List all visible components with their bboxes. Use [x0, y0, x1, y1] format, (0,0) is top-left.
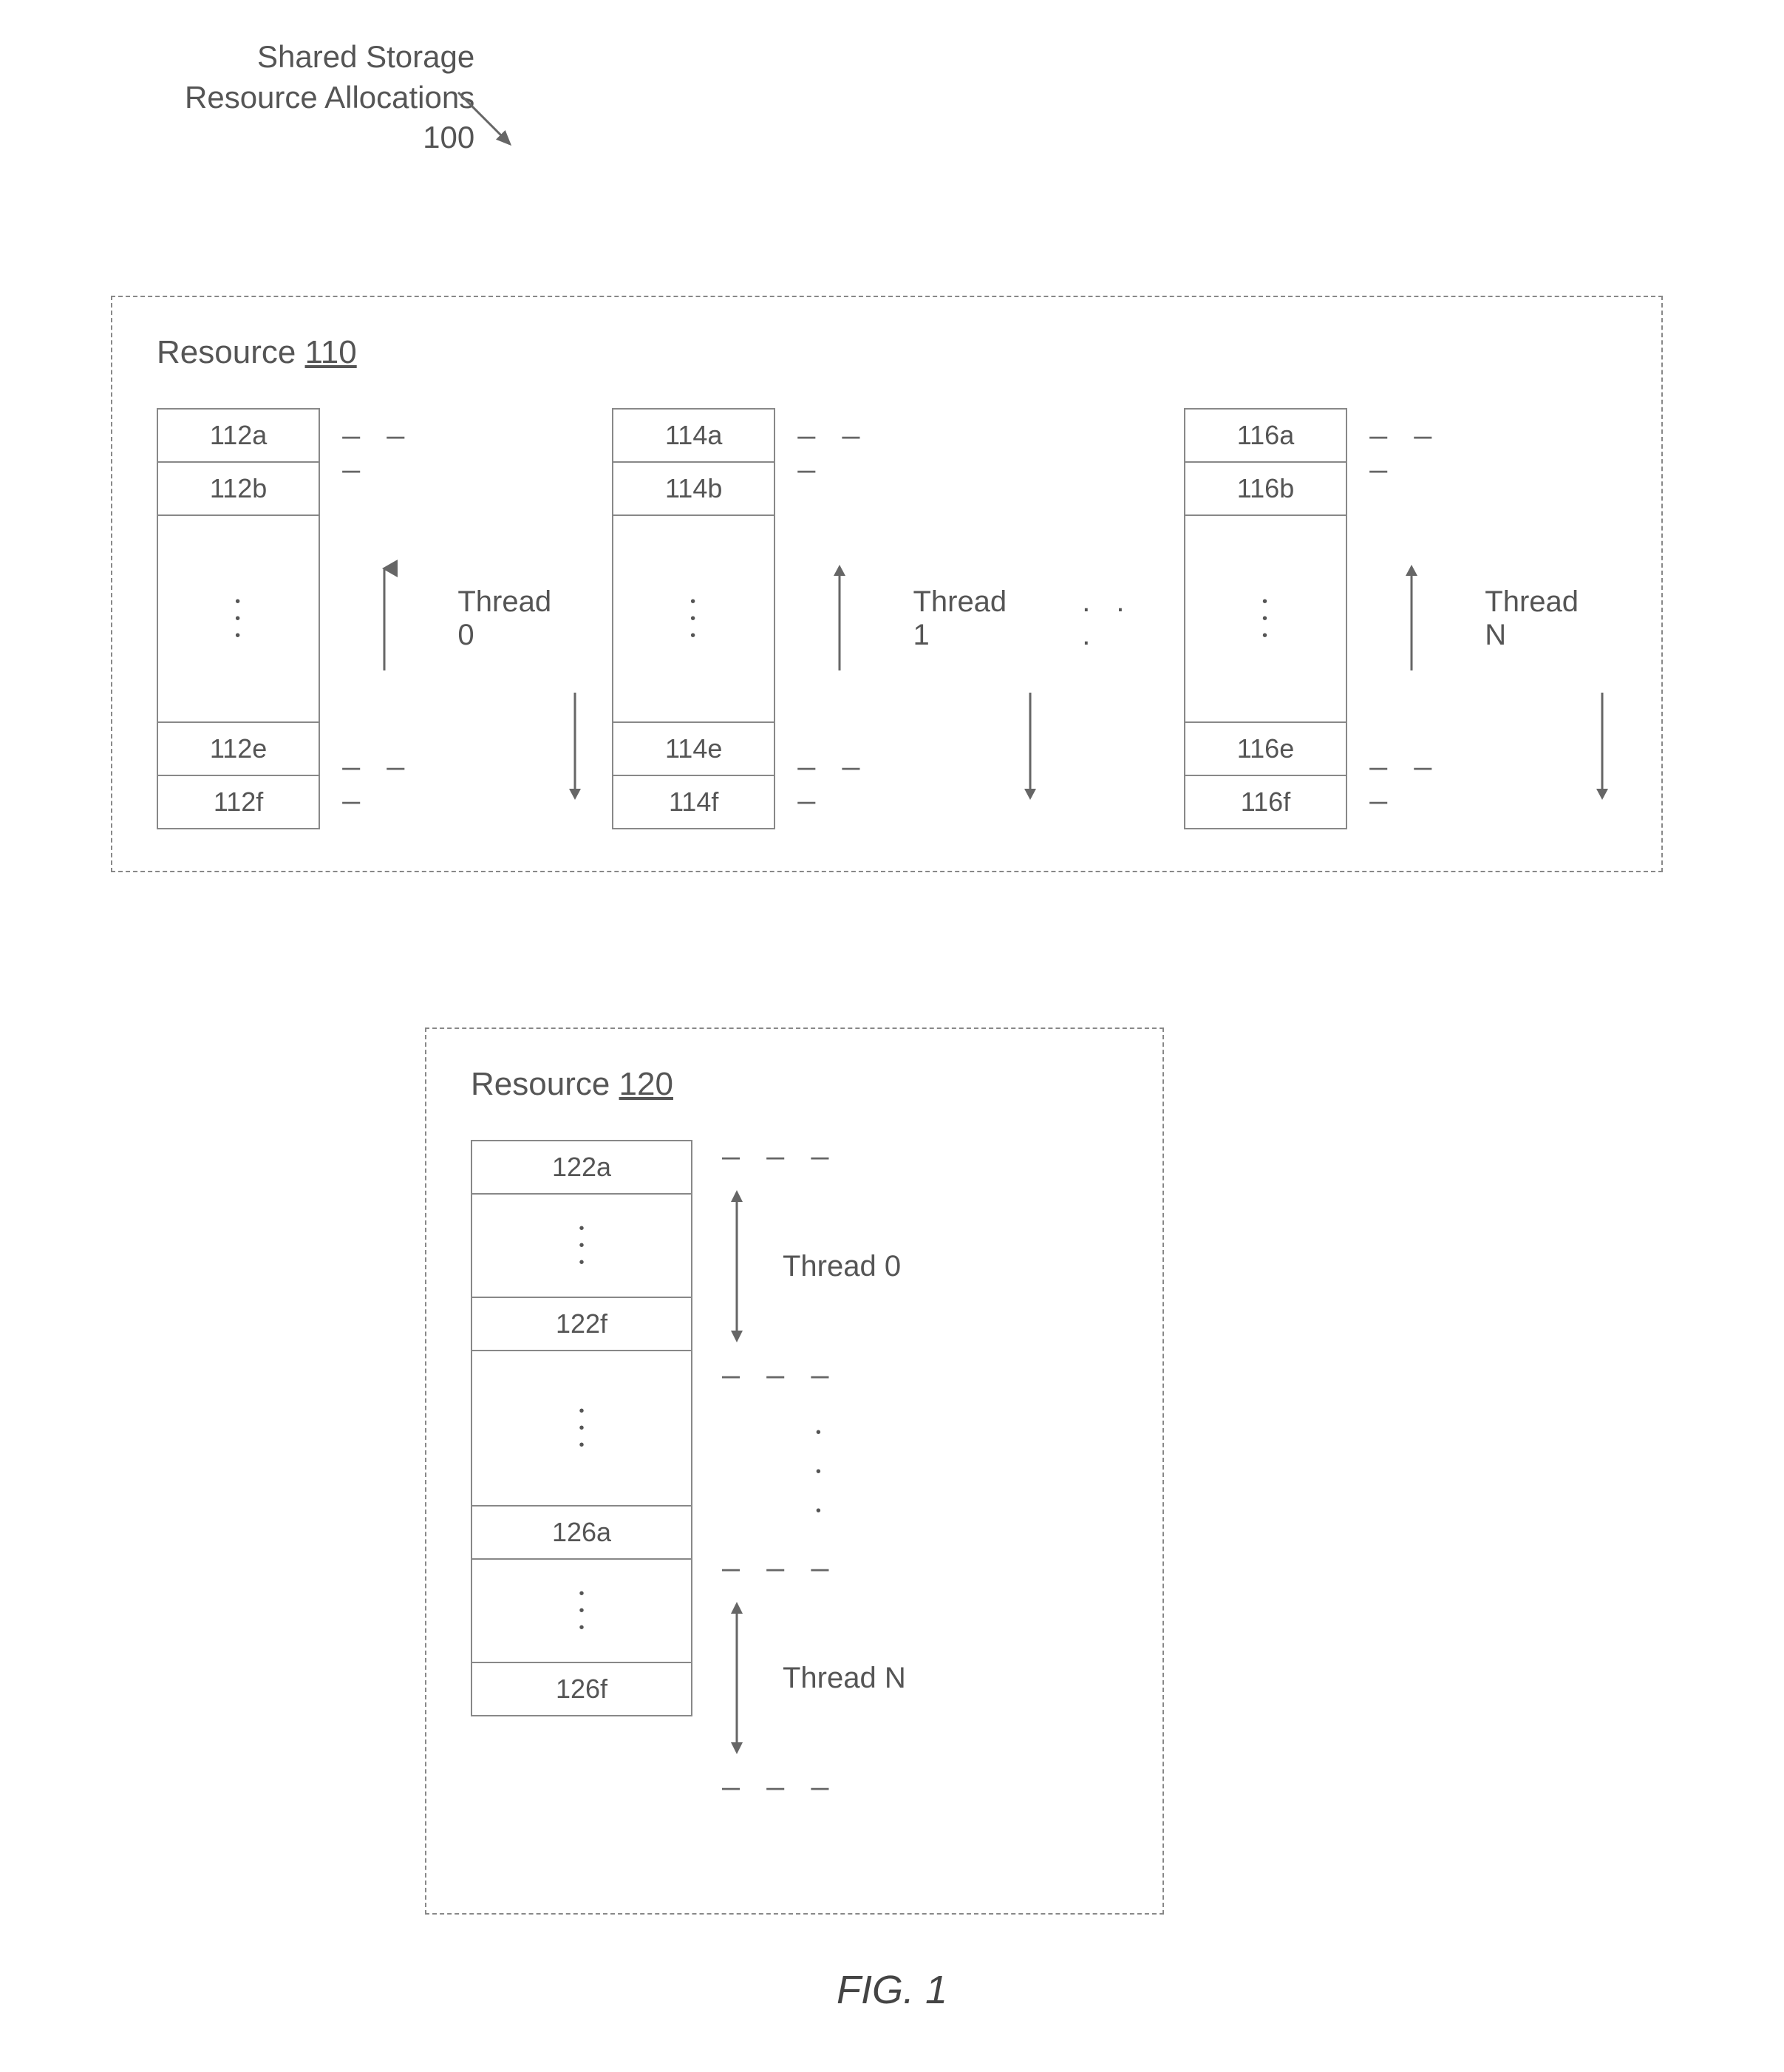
dash-line: — — — — [722, 1359, 915, 1393]
dash-line: — — — — [722, 1770, 915, 1804]
slot-ellipsis: ••• — [158, 516, 319, 723]
title-arrow-icon — [451, 85, 532, 166]
thread-label-col-0: Thread 0 — [449, 419, 560, 818]
slot: 126a — [472, 1507, 691, 1560]
arrow-down-group-1 — [1015, 419, 1045, 818]
dash-line: — — — — [1369, 750, 1454, 818]
thread-n-label: Thread N — [774, 1662, 915, 1695]
thread-0-label: Thread 0 — [774, 1250, 910, 1283]
double-arrow-icon — [370, 560, 399, 678]
slot: 114e — [613, 723, 774, 776]
resource-120-content: 122a ••• 122f ••• 126a ••• 126f — — — Th… — [471, 1140, 1118, 1804]
slot-col-n: 116a 116b ••• 116e 116f — [1184, 408, 1347, 829]
slot-col-120: 122a ••• 122f ••• 126a ••• 126f — [471, 1140, 692, 1716]
slot-ellipsis: ••• — [613, 516, 774, 723]
mid-dots: ••• — [722, 1393, 915, 1552]
arrow-group-n: — — — — — — — [1369, 419, 1454, 818]
down-arrow-icon — [1015, 685, 1045, 804]
figure-label: FIG. 1 — [0, 1967, 1784, 2013]
slot: 122f — [472, 1298, 691, 1351]
slot: 116f — [1185, 776, 1346, 828]
dash-line: — — — — [342, 419, 426, 487]
thread-label-col-n: Thread N — [1476, 419, 1587, 818]
slot: 116b — [1185, 463, 1346, 516]
dash-line: — — — — [722, 1140, 915, 1174]
double-arrow-icon — [722, 1181, 752, 1351]
slot: 116a — [1185, 410, 1346, 463]
resource-120-header: Resource 120 — [471, 1066, 1118, 1103]
title-line2: Resource Allocations — [185, 78, 474, 118]
thread-n-label: Thread N — [1476, 585, 1587, 652]
slot: 122a — [472, 1141, 691, 1195]
slot-ellipsis: ••• — [1185, 516, 1346, 723]
title-line1: Shared Storage — [185, 37, 474, 78]
resource-120-box: Resource 120 122a ••• 122f ••• 126a ••• … — [425, 1027, 1164, 1915]
arrow-group-0: — — — — — — — [342, 419, 426, 818]
slot-ellipsis: ••• — [472, 1351, 691, 1507]
thread-label-col-1: Thread 1 — [904, 419, 1015, 818]
slot-col-1: 114a 114b ••• 114e 114f — [612, 408, 775, 829]
dash-line: — — — — [342, 750, 426, 818]
slot: 126f — [472, 1663, 691, 1715]
resource-110-content: 112a 112b ••• 112e 112f — — — — — — Thre… — [157, 408, 1617, 829]
down-arrow-icon — [1587, 685, 1617, 804]
resource-110-box: Resource 110 112a 112b ••• 112e 112f — —… — [111, 296, 1663, 872]
down-arrow-icon — [560, 685, 590, 804]
dash-line: — — — — [722, 1552, 915, 1586]
arrow-down-group-n — [1587, 419, 1617, 818]
slot-col-0: 112a 112b ••• 112e 112f — [157, 408, 320, 829]
r120-right-arrows: — — — Thread 0 — — — ••• — — — Threa — [722, 1140, 915, 1804]
slot: 114b — [613, 463, 774, 516]
dash-line: — — — — [797, 750, 882, 818]
slot: 112b — [158, 463, 319, 516]
resource-110-header: Resource 110 — [157, 334, 1617, 371]
arrow-group-1: — — — — — — — [797, 419, 882, 818]
thread-0-label: Thread 0 — [449, 585, 560, 652]
slot-ellipsis: ••• — [472, 1560, 691, 1663]
thread-1-label: Thread 1 — [904, 585, 1015, 652]
title-num: 100 — [185, 118, 474, 158]
slot: 114f — [613, 776, 774, 828]
slot: 112f — [158, 776, 319, 828]
title-block: Shared Storage Resource Allocations 100 — [185, 37, 474, 158]
slot: 112e — [158, 723, 319, 776]
slot: 112a — [158, 410, 319, 463]
up-arrow-icon — [1397, 560, 1426, 678]
slot: 114a — [613, 410, 774, 463]
dash-line: — — — — [797, 419, 882, 487]
double-arrow-icon — [722, 1593, 752, 1763]
dash-line: — — — — [1369, 419, 1454, 487]
slot: 116e — [1185, 723, 1346, 776]
cols-ellipsis: . . . — [1067, 585, 1162, 652]
arrow-down-group-0 — [560, 419, 590, 818]
up-arrow-icon — [825, 560, 854, 678]
slot-ellipsis: ••• — [472, 1195, 691, 1298]
